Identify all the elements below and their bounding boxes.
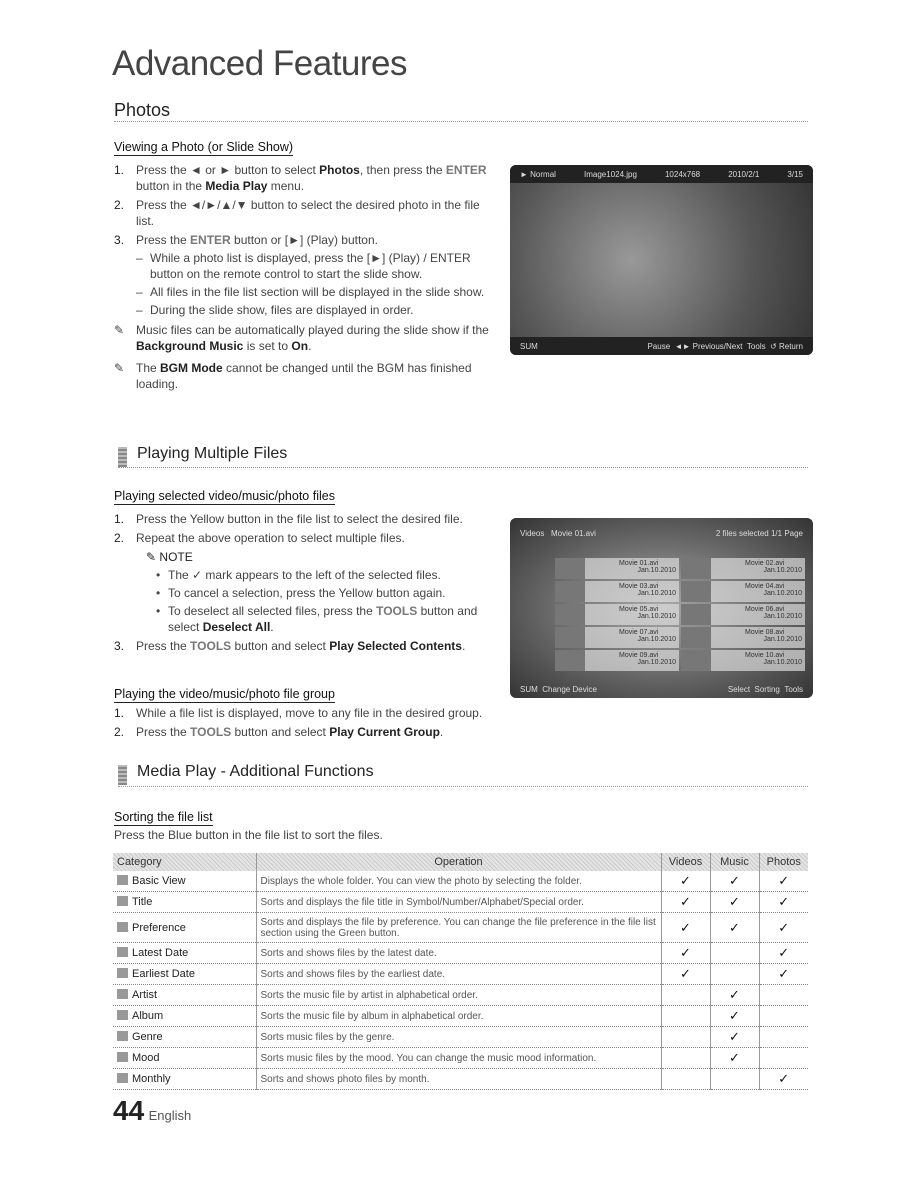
category-icon <box>117 1073 128 1083</box>
note-icon: ✎ <box>114 361 125 375</box>
note: ✎ The BGM Mode cannot be changed until th… <box>114 361 472 391</box>
section-heading-additional: Media Play - Additional Functions <box>137 763 374 780</box>
section-marker <box>118 765 127 785</box>
file-item: Movie 08.avi Jan.10.2010 <box>681 627 805 648</box>
file-item: Movie 06.avi Jan.10.2010 <box>681 604 805 625</box>
category-icon <box>117 875 128 885</box>
page-title: Advanced Features <box>112 44 408 83</box>
table-row: Earliest Date Sorts and shows files by th… <box>113 963 808 985</box>
table-row: Mood Sorts music files by the mood. You c… <box>113 1047 808 1069</box>
note-icon: ✎ <box>114 323 125 337</box>
check-mark: ✓ <box>758 1068 808 1090</box>
category-icon <box>117 1031 128 1041</box>
table-row: Preference Sorts and displays the file by… <box>113 912 808 943</box>
check-mark: ✓ <box>660 891 710 913</box>
table-row: Album Sorts the music file by album in al… <box>113 1005 808 1027</box>
check-mark <box>709 963 759 985</box>
table-row: Title Sorts and displays the file title i… <box>113 891 808 913</box>
check-mark <box>758 1005 808 1027</box>
subheading: Playing selected video/music/photo files <box>114 489 335 505</box>
file-item: Movie 05.avi Jan.10.2010 <box>555 604 679 625</box>
divider <box>114 121 808 122</box>
check-mark <box>660 1047 710 1069</box>
multi-steps: 1. Press the Yellow button in the file li… <box>114 511 499 657</box>
check-mark: ✓ <box>660 912 710 943</box>
table-row: Basic View Displays the whole folder. You… <box>113 871 808 892</box>
file-item: Movie 09.avi Jan.10.2010 <box>555 650 679 671</box>
check-mark: ✓ <box>709 871 759 892</box>
subheading: Playing the video/music/photo file group <box>114 687 335 703</box>
section-marker <box>118 447 127 467</box>
divider <box>118 786 808 787</box>
check-mark <box>758 1026 808 1048</box>
subheading: Sorting the file list <box>114 810 213 826</box>
category-icon <box>117 896 128 906</box>
check-mark: ✓ <box>709 891 759 913</box>
check-mark <box>758 1047 808 1069</box>
check-mark <box>660 1026 710 1048</box>
file-item: Movie 02.avi Jan.10.2010 <box>681 558 805 579</box>
category-icon <box>117 989 128 999</box>
table-row: Genre Sorts music files by the genre. ✓ <box>113 1026 808 1048</box>
check-mark: ✓ <box>709 984 759 1006</box>
divider <box>118 467 808 468</box>
file-item: Movie 07.avi Jan.10.2010 <box>555 627 679 648</box>
check-mark <box>709 942 759 964</box>
category-icon <box>117 1010 128 1020</box>
sorting-description: Press the Blue button in the file list t… <box>114 828 383 842</box>
category-icon <box>117 921 128 932</box>
section-heading-photos: Photos <box>114 100 171 120</box>
check-mark: ✓ <box>660 942 710 964</box>
check-mark: ✓ <box>758 891 808 913</box>
file-item: Movie 04.avi Jan.10.2010 <box>681 581 805 602</box>
check-mark: ✓ <box>709 1005 759 1027</box>
slideshow-screenshot: ► Normal Image1024.jpg 1024x768 2010/2/1 3/1… <box>510 165 813 355</box>
table-row: Artist Sorts the music file by artist in … <box>113 984 808 1006</box>
check-mark <box>758 984 808 1006</box>
category-icon <box>117 968 128 978</box>
check-mark: ✓ <box>709 1047 759 1069</box>
language: English <box>148 1108 192 1123</box>
check-mark: ✓ <box>758 871 808 892</box>
category-icon <box>117 947 128 957</box>
footer: 44 English <box>113 1095 191 1127</box>
check-mark: ✓ <box>709 1026 759 1048</box>
sorting-table: Category Operation Videos Music Photos B… <box>113 853 808 1090</box>
check-mark: ✓ <box>758 942 808 964</box>
page-number: 44 <box>113 1095 145 1126</box>
section-heading-multiple: Playing Multiple Files <box>137 445 288 462</box>
check-mark: ✓ <box>709 912 759 943</box>
file-list-screenshot: Videos Movie 01.avi 2 files selected 1/1 … <box>510 518 813 698</box>
check-mark: ✓ <box>758 963 808 985</box>
subheading: Viewing a Photo (or Slide Show) <box>114 140 294 156</box>
group-steps: 1. While a file list is displayed, move t… <box>114 706 483 739</box>
category-icon <box>117 1052 128 1062</box>
table-row: Latest Date Sorts and shows files by the … <box>113 942 808 964</box>
check-mark <box>660 1068 710 1090</box>
check-mark: ✓ <box>660 871 710 892</box>
table-row: Monthly Sorts and shows photo files by mo… <box>113 1068 808 1090</box>
note: ✎ Music files can be automatically played… <box>114 323 489 353</box>
file-item: Movie 10.avi Jan.10.2010 <box>681 650 805 671</box>
check-mark <box>660 1005 710 1027</box>
file-item: Movie 01.avi Jan.10.2010 <box>555 558 679 579</box>
check-mark <box>660 984 710 1006</box>
photo-steps: 1. Press the ◄ or ► button to select Phot… <box>114 162 499 392</box>
check-mark: ✓ <box>660 963 710 985</box>
file-item: Movie 03.avi Jan.10.2010 <box>555 581 679 602</box>
check-mark <box>709 1068 759 1090</box>
note-icon: ✎ <box>146 550 157 564</box>
check-mark: ✓ <box>758 912 808 943</box>
